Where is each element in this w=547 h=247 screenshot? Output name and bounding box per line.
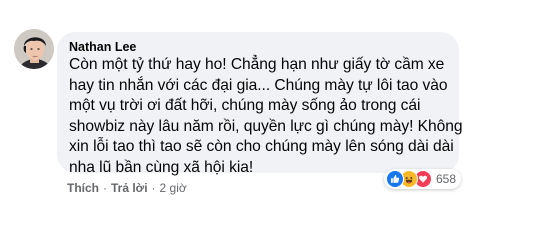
comment-text-line: showbiz này lâu năm rồi, quyền lực gì ch…: [69, 117, 463, 135]
separator: ·: [151, 181, 156, 195]
separator: ·: [103, 181, 107, 195]
comment-container: Nathan Lee Còn một tỷ thứ hay ho! Chẳng …: [0, 0, 547, 247]
comment-actions: Thích · Trả lời · 2 giờ: [67, 180, 187, 196]
reply-button[interactable]: Trả lời: [111, 180, 148, 196]
comment-text-line: xin lỗi tao thì tao sẽ còn cho chúng mày…: [69, 138, 454, 156]
reactions-summary[interactable]: 658: [384, 169, 462, 189]
like-icon: [386, 170, 404, 188]
comment-author[interactable]: Nathan Lee: [69, 39, 447, 55]
reaction-count: 658: [436, 172, 457, 186]
comment-bubble: Nathan Lee Còn một tỷ thứ hay ho! Chẳng …: [57, 32, 463, 176]
profile-photo-icon: [14, 29, 54, 69]
comment-text-line: hay tin nhắn với các đại gia... Chúng mà…: [69, 76, 448, 94]
like-button[interactable]: Thích: [67, 180, 99, 196]
comment-text-line: một vụ trời ơi đất hỡi, chúng mày sống ả…: [69, 97, 421, 115]
comment-timestamp[interactable]: 2 giờ: [160, 180, 187, 196]
comment-text: Còn một tỷ thứ hay ho! Chẳng hạn như giấ…: [69, 55, 463, 179]
avatar[interactable]: [14, 29, 54, 69]
comment-text-line: Còn một tỷ thứ hay ho! Chẳng hạn như giấ…: [69, 56, 445, 73]
